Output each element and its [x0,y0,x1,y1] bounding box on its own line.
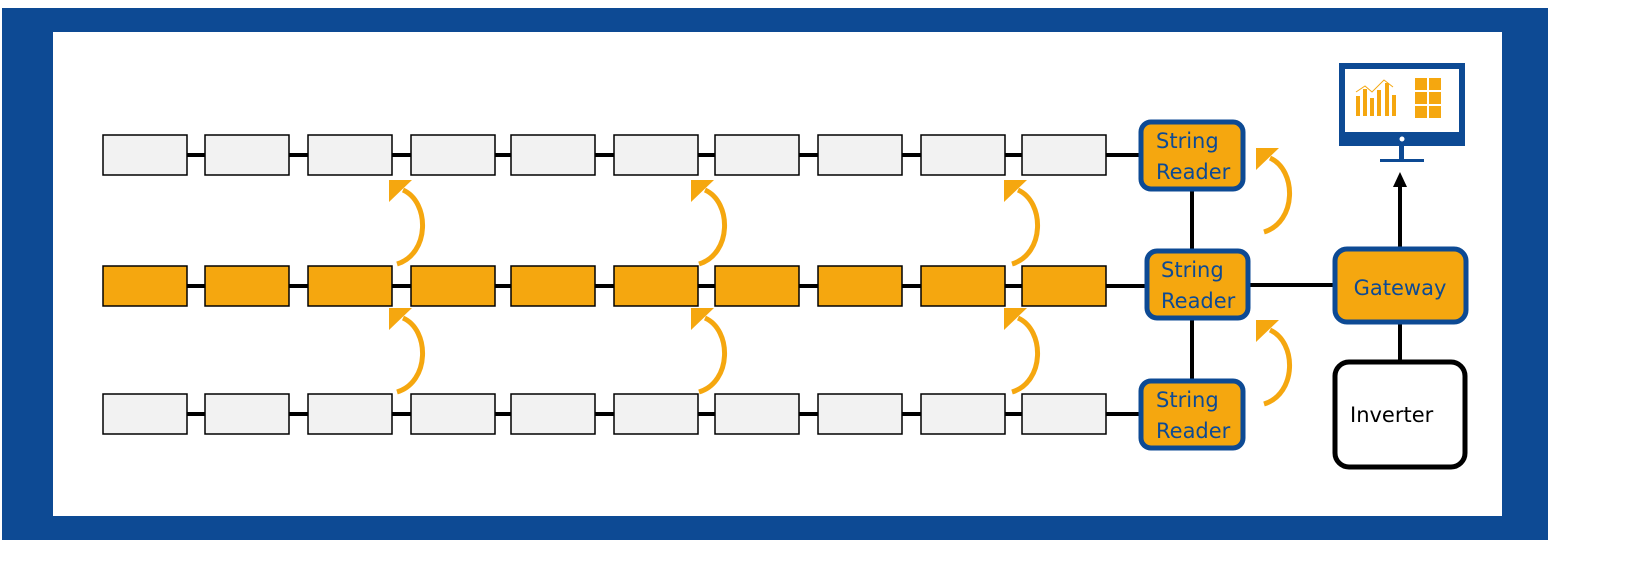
solar-panel[interactable] [307,134,393,176]
string-reader-label: String [1156,129,1219,153]
panel-row [102,134,1141,176]
panel-row [102,265,1147,307]
solar-panel[interactable] [613,134,699,176]
solar-panel[interactable] [817,393,903,435]
solar-panel[interactable] [102,393,188,435]
solar-panel[interactable] [102,265,188,307]
string-reader-label: Reader [1156,160,1231,184]
solar-panel[interactable] [714,393,800,435]
solar-panel[interactable] [410,393,496,435]
solar-panel[interactable] [920,265,1006,307]
solar-panel[interactable] [613,265,699,307]
string-reader-label: Reader [1156,419,1231,443]
gateway-label: Gateway [1354,276,1447,300]
string-reader-middle[interactable]: String Reader [1144,248,1251,321]
solar-panel[interactable] [920,134,1006,176]
solar-string-diagram: String Reader String Reader String Reade… [2,8,1548,540]
string-reader-top[interactable]: String Reader [1138,119,1246,192]
solar-panel[interactable] [920,393,1006,435]
solar-panel[interactable] [510,134,596,176]
solar-panel[interactable] [204,134,290,176]
solar-panel[interactable] [1021,265,1107,307]
string-reader-label: Reader [1161,289,1236,313]
solar-panel[interactable] [410,265,496,307]
string-reader-label: String [1156,388,1219,412]
solar-panel[interactable] [714,134,800,176]
solar-panel[interactable] [102,134,188,176]
string-reader-label: String [1161,258,1224,282]
solar-panel[interactable] [613,393,699,435]
solar-panel[interactable] [204,265,290,307]
solar-panel[interactable] [510,265,596,307]
inverter-box[interactable]: Inverter [1332,359,1468,470]
solar-panel[interactable] [817,134,903,176]
gateway-box[interactable]: Gateway [1332,246,1469,325]
solar-panel[interactable] [204,393,290,435]
panel-row [102,393,1141,435]
solar-panel[interactable] [307,265,393,307]
solar-panel[interactable] [1021,393,1107,435]
solar-panel[interactable] [714,265,800,307]
solar-panel[interactable] [510,393,596,435]
inverter-label: Inverter [1350,403,1434,427]
solar-panel[interactable] [817,265,903,307]
solar-panel[interactable] [410,134,496,176]
solar-panel[interactable] [307,393,393,435]
string-reader-bottom[interactable]: String Reader [1138,378,1246,451]
solar-panel[interactable] [1021,134,1107,176]
